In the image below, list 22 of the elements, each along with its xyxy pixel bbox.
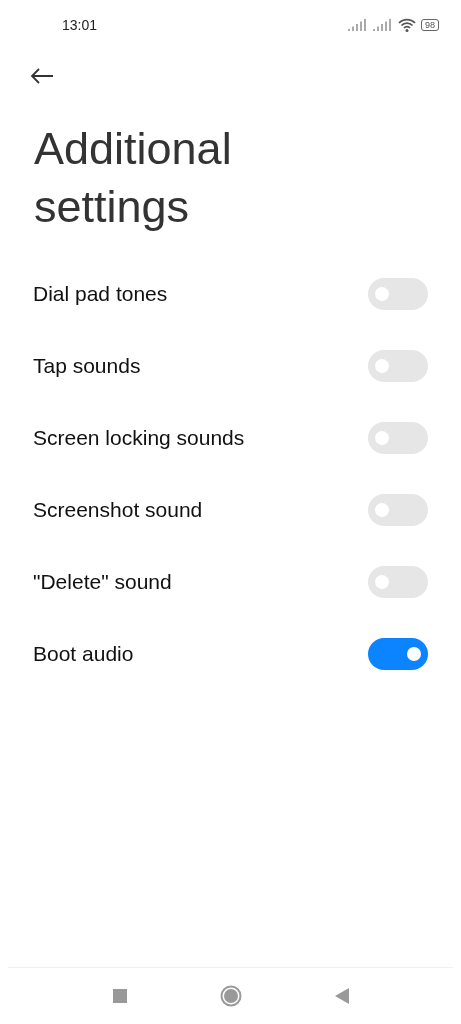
setting-label: Screen locking sounds [33,426,245,450]
signal-icon [373,19,393,31]
setting-label: Dial pad tones [33,282,168,306]
toggle-switch[interactable] [368,350,428,382]
wifi-icon [398,18,416,32]
recents-button[interactable] [112,989,127,1003]
toggle-switch[interactable] [368,278,428,310]
clock-time: 13:01 [62,17,98,33]
page-title: Additional settings [34,122,233,234]
setting-label: Boot audio [33,642,134,666]
toggle-switch[interactable] [368,638,428,670]
back-arrow-icon [30,68,54,84]
toggle-switch[interactable] [368,566,428,598]
setting-label: Screenshot sound [33,498,203,522]
setting-label: "Delete" sound [33,570,172,594]
home-button[interactable] [219,985,242,1007]
toggle-switch[interactable] [368,422,428,454]
battery-level: 98 [421,19,439,31]
signal-icon [348,19,368,31]
toggle-switch[interactable] [368,494,428,526]
back-nav-button[interactable] [334,988,349,1004]
setting-label: Tap sounds [33,354,141,378]
